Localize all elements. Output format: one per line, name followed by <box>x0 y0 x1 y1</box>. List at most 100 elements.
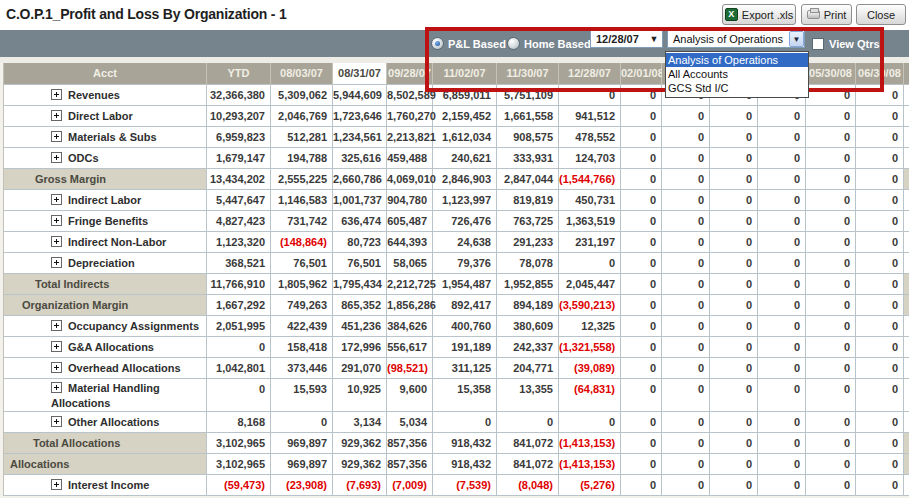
value-cell: (23,908) <box>271 475 333 496</box>
value-cell: 5,034 <box>387 412 433 433</box>
clipped-column <box>904 433 909 454</box>
account-cell: G&A Allocations <box>4 337 207 358</box>
value-cell: 857,356 <box>387 433 433 454</box>
value-cell: 13,434,202 <box>207 169 271 190</box>
value-cell: 459,488 <box>387 148 433 169</box>
account-label: Revenues <box>68 89 120 101</box>
expand-plus-icon[interactable] <box>51 416 62 427</box>
account-label: Other Allocations <box>68 416 159 428</box>
value-cell: 191,189 <box>433 337 497 358</box>
value-cell: 325,616 <box>333 148 387 169</box>
column-header-08-03-07[interactable]: 08/03/07 <box>271 63 333 85</box>
expand-plus-icon[interactable] <box>51 152 62 163</box>
value-cell: 0 <box>856 148 904 169</box>
value-cell: 0 <box>662 106 710 127</box>
account-cell: Materials & Subs <box>4 127 207 148</box>
value-cell: 0 <box>758 316 806 337</box>
expand-plus-icon[interactable] <box>51 257 62 268</box>
value-cell: 0 <box>662 211 710 232</box>
expand-plus-icon[interactable] <box>51 362 62 373</box>
value-cell: 0 <box>710 316 758 337</box>
pnl-table: AcctYTD08/03/0708/31/0709/28/0711/02/071… <box>3 63 909 496</box>
value-cell: 929,362 <box>333 454 387 475</box>
value-cell: 0 <box>710 337 758 358</box>
value-cell: (1,413,153) <box>559 433 621 454</box>
expand-plus-icon[interactable] <box>51 236 62 247</box>
value-cell: 5,447,647 <box>207 190 271 211</box>
value-cell: 0 <box>856 253 904 274</box>
clipped-column <box>904 232 909 253</box>
value-cell: 0 <box>621 211 662 232</box>
value-cell: 6,959,823 <box>207 127 271 148</box>
expand-plus-icon[interactable] <box>51 341 62 352</box>
value-cell: 556,617 <box>387 337 433 358</box>
print-button[interactable]: Print <box>801 4 852 25</box>
close-button[interactable]: Close <box>856 4 906 25</box>
value-cell: 1,795,434 <box>333 274 387 295</box>
value-cell: 76,501 <box>333 253 387 274</box>
account-cell: Organization Margin <box>4 295 207 316</box>
column-header-YTD[interactable]: YTD <box>207 63 271 85</box>
account-label: Depreciation <box>68 257 135 269</box>
clipped-column <box>904 85 909 106</box>
table-row: Fringe Benefits4,827,423731,742636,47460… <box>4 211 909 232</box>
value-cell: 0 <box>621 316 662 337</box>
clipped-column <box>904 106 909 127</box>
value-cell: 0 <box>662 169 710 190</box>
value-cell: 0 <box>758 358 806 379</box>
value-cell: 291,070 <box>333 358 387 379</box>
value-cell: 373,446 <box>271 358 333 379</box>
expand-plus-icon[interactable] <box>51 215 62 226</box>
value-cell: 0 <box>758 190 806 211</box>
account-cell: Direct Labor <box>4 106 207 127</box>
value-cell: 0 <box>856 127 904 148</box>
table-row: Materials & Subs6,959,823512,2811,234,56… <box>4 127 909 148</box>
account-label: Occupancy Assignments <box>68 320 199 332</box>
column-header-08-31-07[interactable]: 08/31/07 <box>333 63 387 85</box>
value-cell: 0 <box>856 358 904 379</box>
dropdown-option[interactable]: GCS Std I/C <box>666 81 808 95</box>
value-cell: (148,864) <box>271 232 333 253</box>
value-cell: 0 <box>806 454 856 475</box>
column-header-Acct[interactable]: Acct <box>4 63 207 85</box>
value-cell: 1,001,737 <box>333 190 387 211</box>
expand-plus-icon[interactable] <box>51 131 62 142</box>
dropdown-option[interactable]: Analysis of Operations <box>666 53 808 67</box>
value-cell: 0 <box>710 358 758 379</box>
clipped-column <box>904 63 909 85</box>
value-cell: 0 <box>806 337 856 358</box>
export-xls-button[interactable]: X Export .xls <box>722 4 796 25</box>
value-cell: 0 <box>806 253 856 274</box>
value-cell: 11,766,910 <box>207 274 271 295</box>
value-cell: 0 <box>621 454 662 475</box>
value-cell: 0 <box>710 253 758 274</box>
clipped-column <box>904 295 909 316</box>
expand-plus-icon[interactable] <box>51 89 62 100</box>
clipped-column <box>904 274 909 295</box>
value-cell: 819,819 <box>497 190 559 211</box>
account-label: Total Allocations <box>33 437 120 449</box>
value-cell: 0 <box>806 190 856 211</box>
expand-plus-icon[interactable] <box>51 194 62 205</box>
value-cell: 865,352 <box>333 295 387 316</box>
value-cell: 0 <box>806 358 856 379</box>
clipped-column <box>904 412 909 433</box>
table-row: Interest Income(59,473)(23,908)(7,693)(7… <box>4 475 909 496</box>
expand-plus-icon[interactable] <box>51 382 62 393</box>
dropdown-option[interactable]: All Accounts <box>666 67 808 81</box>
value-cell: 13,355 <box>497 379 559 412</box>
value-cell: 0 <box>710 127 758 148</box>
expand-plus-icon[interactable] <box>51 320 62 331</box>
value-cell: 0 <box>662 190 710 211</box>
expand-plus-icon[interactable] <box>51 479 62 490</box>
value-cell: 1,661,558 <box>497 106 559 127</box>
value-cell: 32,366,380 <box>207 85 271 106</box>
value-cell: (7,539) <box>433 475 497 496</box>
value-cell: 0 <box>710 475 758 496</box>
value-cell: 0 <box>856 274 904 295</box>
value-cell: 841,072 <box>497 454 559 475</box>
value-cell: 0 <box>710 148 758 169</box>
expand-plus-icon[interactable] <box>51 110 62 121</box>
value-cell: 231,197 <box>559 232 621 253</box>
value-cell: 2,660,786 <box>333 169 387 190</box>
